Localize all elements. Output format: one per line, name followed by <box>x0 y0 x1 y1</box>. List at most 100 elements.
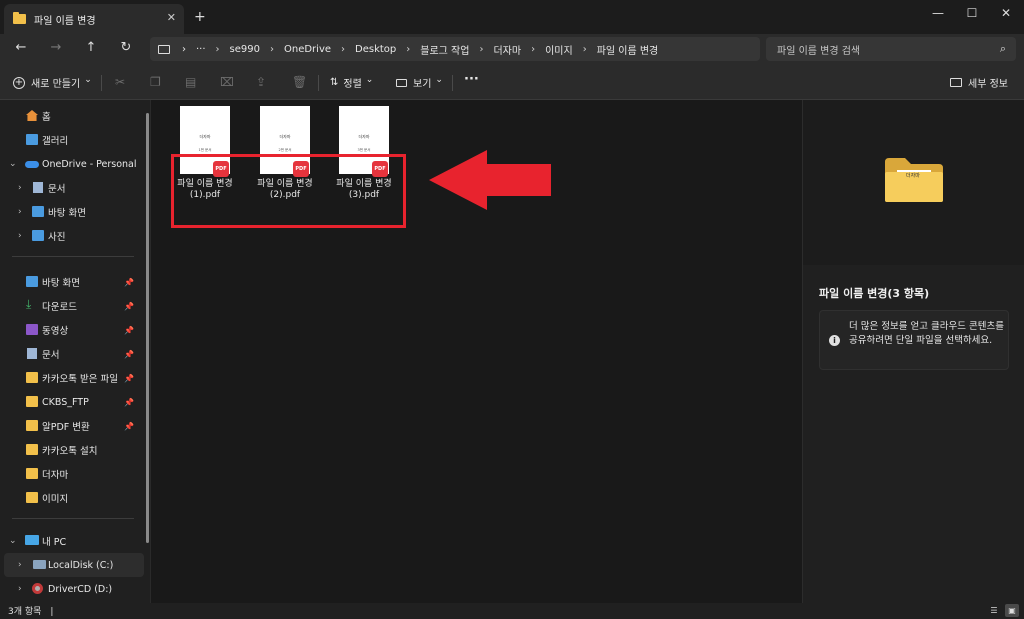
thumbnail-title: 더자마 <box>199 134 211 139</box>
sidebar-item-kakaotalk-install[interactable]: 카카오톡 설치 <box>0 438 145 462</box>
toolbar-divider <box>318 75 319 91</box>
large-icons-view-icon[interactable]: ▣ <box>1005 604 1019 617</box>
sidebar-item-label: OneDrive - Personal <box>42 158 137 170</box>
new-button[interactable]: + 새로 만들기 ⌄ <box>13 75 92 90</box>
more-options-button[interactable]: ··· <box>464 72 479 87</box>
pin-icon[interactable]: 📌 <box>124 374 134 383</box>
sidebar-item-label: 갤러리 <box>42 136 69 147</box>
folder-icon <box>26 420 38 431</box>
sidebar-item-images[interactable]: 이미지 <box>0 486 145 510</box>
forward-button[interactable]: → <box>47 40 65 55</box>
sidebar-item-driver-cd[interactable]: › DriverCD (D:) <box>0 577 145 601</box>
tab-active[interactable]: 파일 이름 변경 ✕ <box>4 4 184 34</box>
details-title: 파일 이름 변경(3 항목) <box>819 287 930 300</box>
folder-icon <box>26 444 38 455</box>
search-icon: ⌕ <box>999 42 1006 55</box>
tab-close-icon[interactable]: ✕ <box>167 11 176 24</box>
sidebar-item-this-pc[interactable]: ⌄ 내 PC <box>0 529 145 553</box>
refresh-button[interactable]: ↻ <box>117 40 135 55</box>
details-pane-button[interactable]: 세부 정보 <box>950 75 1008 90</box>
sidebar-item-ckbs-ftp[interactable]: CKBS_FTP 📌 <box>0 390 145 414</box>
sidebar-item-od-desktop[interactable]: › 바탕 화면 <box>0 200 145 224</box>
breadcrumb-item[interactable]: Desktop <box>355 44 396 55</box>
sidebar-scrollbar[interactable] <box>146 113 149 543</box>
chevron-right-icon[interactable]: › <box>18 560 22 570</box>
share-icon[interactable]: ⇪ <box>256 75 266 89</box>
sidebar-item-home[interactable]: 홈 <box>0 104 145 128</box>
chevron-right-icon[interactable]: › <box>18 231 22 241</box>
folder-icon <box>26 396 38 407</box>
sidebar-item-alpdf[interactable]: 알PDF 변환 📌 <box>0 414 145 438</box>
maximize-button[interactable]: ☐ <box>962 6 982 20</box>
document-icon <box>33 182 43 193</box>
breadcrumb-item[interactable]: 블로그 작업 <box>420 42 469 57</box>
sidebar-item-onedrive[interactable]: ⌄ OneDrive - Personal <box>0 152 145 176</box>
sort-button[interactable]: ⇅ 정렬 ⌄ <box>330 75 373 91</box>
pin-icon[interactable]: 📌 <box>124 302 134 311</box>
breadcrumb-item[interactable]: 더자마 <box>493 42 521 57</box>
sidebar-divider <box>12 518 134 519</box>
sidebar-item-label: 홈 <box>42 112 51 123</box>
close-button[interactable]: ✕ <box>996 6 1016 20</box>
copy-icon[interactable]: ❐ <box>150 75 161 89</box>
sidebar-item-documents[interactable]: 문서 📌 <box>0 342 145 366</box>
info-box: i 더 많은 정보를 얻고 클라우드 콘텐츠를 공유하려면 단일 파일을 선택하… <box>819 310 1009 370</box>
sidebar-item-videos[interactable]: 동영상 📌 <box>0 318 145 342</box>
breadcrumb-separator: › <box>531 43 536 55</box>
sidebar-item-quick-desktop[interactable]: 바탕 화면 📌 <box>0 270 145 294</box>
sidebar-item-kakaotalk-files[interactable]: 카카오톡 받은 파일 📌 <box>0 366 145 390</box>
item-count: 3개 항목 | <box>8 604 53 617</box>
sidebar-item-label: 더자마 <box>42 470 69 481</box>
sidebar-item-od-pictures[interactable]: › 사진 <box>0 224 145 248</box>
chevron-down-icon: ⌄ <box>84 74 92 85</box>
rename-icon[interactable]: ⌧ <box>220 75 234 89</box>
item-count-text: 3개 항목 <box>8 607 42 617</box>
breadcrumb-item[interactable]: OneDrive <box>284 44 331 55</box>
pin-icon[interactable]: 📌 <box>124 326 134 335</box>
chevron-right-icon[interactable]: › <box>18 183 22 193</box>
back-button[interactable]: ← <box>12 40 30 55</box>
breadcrumb-item[interactable]: se990 <box>230 44 260 55</box>
search-input[interactable]: 파일 이름 변경 검색 ⌕ <box>766 37 1016 61</box>
view-button[interactable]: 보기 ⌄ <box>396 75 443 90</box>
breadcrumb-item[interactable]: 파일 이름 변경 <box>597 42 659 57</box>
delete-icon[interactable]: 🗑 <box>292 75 307 89</box>
breadcrumb-more[interactable]: ··· <box>196 44 206 55</box>
chevron-right-icon[interactable]: › <box>18 207 22 217</box>
minimize-button[interactable]: — <box>928 6 948 20</box>
breadcrumb-separator: › <box>479 43 484 55</box>
new-tab-button[interactable]: + <box>194 9 206 25</box>
paste-icon[interactable]: ▤ <box>185 75 196 89</box>
sidebar-item-downloads[interactable]: ⤓ 다운로드 📌 <box>0 294 145 318</box>
address-row: ← → ↑ ↻ › ··· › se990 › OneDrive › Deskt… <box>0 34 1024 66</box>
navigation-pane: 홈 갤러리 ⌄ OneDrive - Personal › 문서 › 바탕 화면… <box>0 100 150 603</box>
pin-icon[interactable]: 📌 <box>124 422 134 431</box>
breadcrumb-separator: › <box>582 43 587 55</box>
toolbar-divider <box>101 75 102 91</box>
cut-icon[interactable]: ✂ <box>115 75 125 89</box>
chevron-right-icon[interactable]: › <box>18 584 22 594</box>
sidebar-item-thejama[interactable]: 더자마 <box>0 462 145 486</box>
sidebar-divider <box>12 256 134 257</box>
pin-icon[interactable]: 📌 <box>124 398 134 407</box>
sidebar-item-label: 사진 <box>48 232 66 243</box>
sidebar-item-label: 문서 <box>48 184 66 195</box>
sidebar-item-od-documents[interactable]: › 문서 <box>0 176 145 200</box>
sidebar-item-label: 바탕 화면 <box>48 208 86 219</box>
details-view-icon[interactable]: ☰ <box>987 604 1001 617</box>
sidebar-item-gallery[interactable]: 갤러리 <box>0 128 145 152</box>
file-list[interactable]: 더자마 1번 문서 PDF 파일 이름 변경 (1).pdf 더자마 2번 문서… <box>150 100 802 603</box>
sidebar-item-label: DriverCD (D:) <box>48 583 113 595</box>
computer-icon <box>158 44 170 54</box>
sidebar-item-label: 카카오톡 받은 파일 <box>42 374 118 385</box>
breadcrumb-item[interactable]: 이미지 <box>545 42 573 57</box>
address-bar[interactable]: › ··· › se990 › OneDrive › Desktop › 블로그… <box>150 37 760 61</box>
chevron-down-icon[interactable]: ⌄ <box>9 536 17 546</box>
pin-icon[interactable]: 📌 <box>124 278 134 287</box>
info-icon: i <box>829 335 840 346</box>
sidebar-item-local-disk[interactable]: › LocalDisk (C:) <box>4 553 144 577</box>
sidebar-item-label: 다운로드 <box>42 302 77 313</box>
chevron-down-icon[interactable]: ⌄ <box>9 159 17 169</box>
up-button[interactable]: ↑ <box>82 40 100 55</box>
pin-icon[interactable]: 📌 <box>124 350 134 359</box>
